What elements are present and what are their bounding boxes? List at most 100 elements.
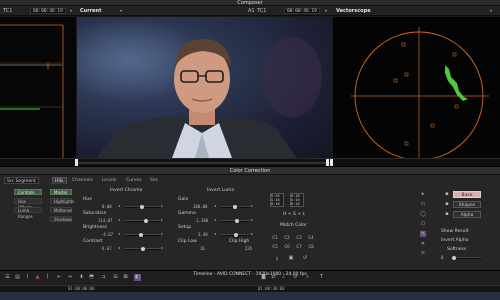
lift-icon[interactable]: ⇥ — [66, 274, 73, 281]
chevron-down-icon[interactable]: ▾ — [490, 9, 495, 13]
softness-value[interactable]: 0 — [441, 255, 443, 260]
controls-button[interactable]: Controls — [14, 189, 42, 195]
tab-hsl[interactable]: HSL — [52, 177, 67, 184]
color-bucket-c5[interactable]: C5 — [271, 244, 279, 249]
increment-arrow-icon[interactable]: ▸ — [161, 203, 163, 208]
gamma-slider[interactable] — [220, 219, 250, 223]
splice-icon[interactable]: ⬍ — [78, 274, 85, 281]
zoom-icon[interactable]: ⌕ — [304, 274, 311, 281]
audio-icon[interactable]: ♪ — [280, 274, 287, 281]
base-visibility-icon[interactable]: ▪ — [444, 191, 450, 197]
extract-icon[interactable]: ⇤ — [56, 274, 63, 281]
center-timecode[interactable]: 00:00:46:19 — [284, 8, 320, 14]
segment-icon[interactable]: ⊟ — [112, 274, 119, 281]
snapshot-icon[interactable]: ◙ — [260, 274, 267, 281]
save-icon[interactable]: ⤓ — [274, 255, 280, 261]
hue-offsets-button[interactable]: Hue Offsets — [14, 198, 42, 210]
saturation-value[interactable]: 114.07 — [98, 218, 112, 223]
mark-in-icon[interactable]: ⌈ — [24, 274, 31, 281]
segment-select[interactable]: Src Segment — [4, 177, 39, 184]
menu-icon[interactable]: ☰ — [4, 274, 11, 281]
luma-ranges-button[interactable]: Luma Ranges — [14, 207, 42, 219]
master-button[interactable]: Master — [50, 189, 72, 195]
lift-segment-icon[interactable]: ⊠ — [122, 274, 129, 281]
track-icon[interactable]: ▤ — [14, 274, 21, 281]
invert-chroma-label[interactable]: Invert Chroma — [110, 188, 142, 193]
oval-icon[interactable]: ◯ — [420, 211, 426, 217]
brightness-slider[interactable] — [124, 233, 160, 237]
invert-alpha-toggle[interactable]: Invert Alpha — [441, 238, 468, 243]
transform-icon[interactable]: ⤧ — [420, 251, 426, 257]
shapes-visibility-icon[interactable]: ▪ — [444, 201, 450, 207]
increment-arrow-icon[interactable]: ▸ — [161, 231, 163, 236]
reset-icon[interactable]: ↺ — [302, 255, 308, 261]
color-bucket-c2[interactable]: C2 — [283, 235, 291, 240]
saturation-slider[interactable] — [124, 219, 160, 223]
color-bucket-c4[interactable]: C4 — [307, 235, 315, 240]
decrement-arrow-icon[interactable]: ◂ — [118, 245, 120, 250]
decrement-arrow-icon[interactable]: ◂ — [118, 203, 120, 208]
color-bucket-c1[interactable]: C1 — [271, 235, 279, 240]
decrement-arrow-icon[interactable]: ◂ — [214, 217, 216, 222]
gamma-value[interactable]: 1.188 — [196, 218, 208, 223]
slider-knob[interactable] — [235, 219, 239, 223]
chevron-down-icon[interactable]: ▾ — [120, 9, 125, 13]
brightness-value[interactable]: -4.67 — [101, 232, 113, 237]
decrement-arrow-icon[interactable]: ◂ — [118, 217, 120, 222]
position-bar[interactable] — [0, 158, 500, 167]
loop-icon[interactable]: ⟳ — [292, 274, 299, 281]
delete-icon[interactable]: ✕ — [420, 241, 426, 247]
color-bucket-c6[interactable]: C6 — [283, 244, 291, 249]
base-button[interactable]: Base — [453, 191, 481, 198]
trim-icon[interactable]: ⊐ — [100, 274, 107, 281]
alpha-button[interactable]: Alpha — [453, 211, 481, 218]
match-mode[interactable]: H + S + L — [283, 212, 305, 217]
rectangle-icon[interactable]: ▭ — [420, 201, 426, 207]
chevron-down-icon[interactable]: ▾ — [325, 9, 330, 13]
chevron-down-icon[interactable]: ▾ — [70, 9, 75, 13]
highlights-button[interactable]: Highlights — [50, 198, 74, 204]
slider-knob[interactable] — [452, 256, 456, 260]
gain-value[interactable]: 100.00 — [193, 204, 207, 209]
setup-slider[interactable] — [220, 233, 250, 237]
match-color-button[interactable]: Match Color — [280, 223, 307, 228]
color-bucket-c7[interactable]: C7 — [295, 244, 303, 249]
color-correction-mode-icon[interactable]: ◧ — [134, 274, 141, 281]
slider-knob[interactable] — [144, 219, 148, 223]
clip-low-value[interactable]: 16 — [200, 246, 205, 251]
decrement-arrow-icon[interactable]: ◂ — [214, 231, 216, 236]
record-icon[interactable]: ▲ — [34, 274, 41, 281]
match-color-swatch-left[interactable]: R:16 G:16 B:16 — [270, 193, 284, 207]
scrub-track[interactable] — [77, 162, 332, 164]
hue-slider[interactable] — [124, 205, 160, 209]
right-monitor-label[interactable]: Vectorscope — [336, 6, 371, 16]
increment-arrow-icon[interactable]: ▸ — [251, 217, 253, 222]
timeline-track[interactable] — [0, 292, 500, 300]
increment-arrow-icon[interactable]: ▸ — [161, 217, 163, 222]
mark-out-icon[interactable]: ⌉ — [44, 274, 51, 281]
slider-knob[interactable] — [140, 205, 144, 209]
polygon-icon[interactable]: ⬠ — [420, 221, 426, 227]
pointer-icon[interactable]: ▸ — [420, 191, 426, 197]
decrement-arrow-icon[interactable]: ◂ — [118, 231, 120, 236]
shadows-button[interactable]: Shadows — [50, 216, 72, 222]
match-color-swatch-right[interactable]: R:16 G:16 B:16 — [290, 193, 304, 207]
bypass-icon[interactable]: ▣ — [288, 255, 294, 261]
gain-slider[interactable] — [220, 205, 250, 209]
increment-arrow-icon[interactable]: ▸ — [251, 231, 253, 236]
tab-channels[interactable]: Channels — [70, 177, 95, 184]
text-icon[interactable]: T — [318, 274, 325, 281]
increment-arrow-icon[interactable]: ▸ — [251, 203, 253, 208]
tab-curves[interactable]: Curves — [124, 177, 144, 184]
hue-value[interactable]: 0.00 — [102, 204, 112, 209]
decrement-arrow-icon[interactable]: ◂ — [214, 203, 216, 208]
slider-knob[interactable] — [139, 233, 143, 237]
slider-knob[interactable] — [233, 205, 237, 209]
overwrite-icon[interactable]: ⬒ — [88, 274, 95, 281]
contrast-slider[interactable] — [124, 247, 160, 251]
midtones-button[interactable]: Midtones — [50, 207, 72, 213]
tab-sec[interactable]: Sec — [148, 177, 160, 184]
setup-value[interactable]: 3.40 — [198, 232, 208, 237]
clip-high-value[interactable]: 235 — [245, 246, 252, 251]
pen-icon[interactable]: ✎ — [420, 231, 426, 237]
